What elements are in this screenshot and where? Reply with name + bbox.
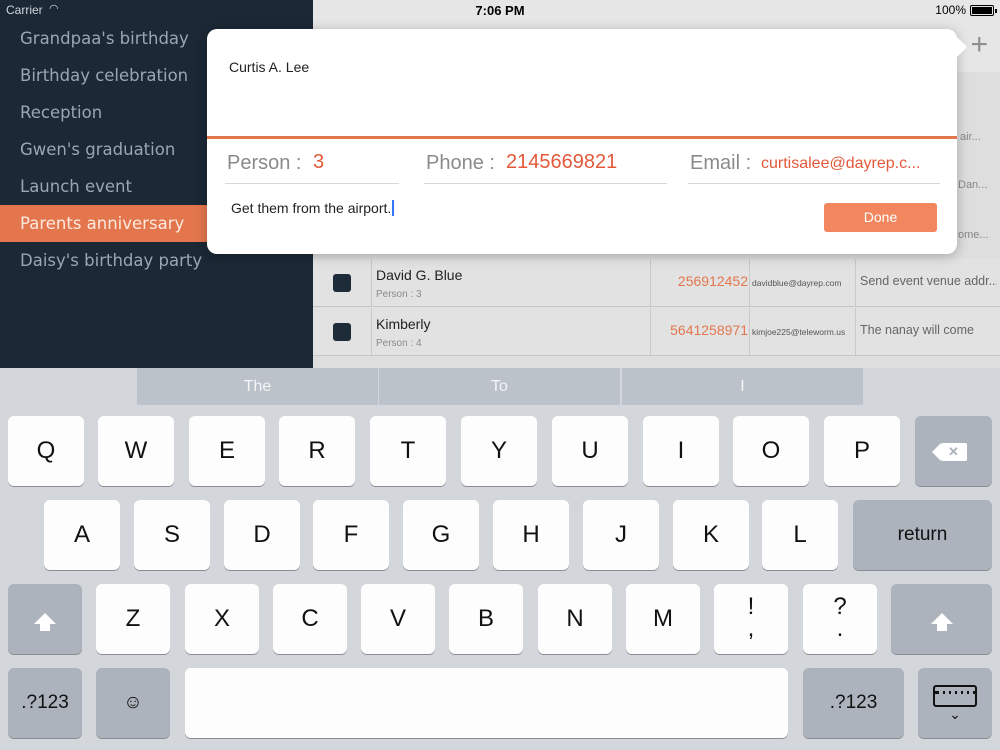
guest-phone: 5641258971 — [670, 322, 748, 338]
key-j[interactable]: J — [583, 500, 659, 570]
key-f[interactable]: F — [313, 500, 389, 570]
guest-email: kimjoe225@teleworm.us — [752, 327, 846, 337]
guest-name: Kimberly — [376, 316, 431, 332]
phone-label: Phone : — [426, 152, 495, 174]
person-field[interactable]: Person : 3 — [225, 144, 399, 184]
key-h[interactable]: H — [493, 500, 569, 570]
key-v[interactable]: V — [361, 584, 435, 654]
key-c[interactable]: C — [273, 584, 347, 654]
peek-note: ome... — [958, 229, 989, 241]
emoji-key[interactable]: ☺ — [96, 668, 170, 738]
peek-note: air... — [960, 131, 981, 143]
backspace-key[interactable]: ✕ — [915, 416, 992, 486]
guest-note: The nanay will come — [860, 323, 974, 337]
key-d[interactable]: D — [224, 500, 300, 570]
key-b[interactable]: B — [449, 584, 523, 654]
battery-icon — [970, 5, 997, 16]
key-t[interactable]: T — [370, 416, 446, 486]
key-comma: , — [747, 615, 755, 642]
suggestion[interactable]: I — [622, 368, 863, 405]
space-bar[interactable] — [185, 668, 788, 738]
numbers-key-left[interactable]: .?123 — [8, 668, 82, 738]
key-question-period[interactable]: ?. — [803, 584, 877, 654]
done-button[interactable]: Done — [824, 203, 937, 232]
guest-person-count: Person : 3 — [376, 289, 422, 300]
status-bar: Carrier ◠ 7:06 PM 100% — [0, 0, 1000, 20]
on-screen-keyboard: The To I Q W E R T Y U I O P ✕ A S D F G… — [0, 368, 1000, 750]
key-m[interactable]: M — [626, 584, 700, 654]
key-u[interactable]: U — [552, 416, 628, 486]
key-y[interactable]: Y — [461, 416, 537, 486]
divider — [207, 136, 957, 139]
key-a[interactable]: A — [44, 500, 120, 570]
table-row[interactable]: Kimberly Person : 4 5641258971 kimjoe225… — [313, 308, 1000, 356]
guest-note: Send event venue addr... — [860, 274, 997, 288]
suggestion[interactable]: To — [379, 368, 620, 405]
popover-arrow — [957, 37, 967, 57]
key-g[interactable]: G — [403, 500, 479, 570]
hide-keyboard-key[interactable]: ⌄ — [918, 668, 992, 738]
peek-note: Dan... — [958, 179, 988, 191]
guest-edit-popover: Curtis A. Lee Person : 3 Phone : 2145669… — [207, 29, 967, 254]
key-i[interactable]: I — [643, 416, 719, 486]
key-k[interactable]: K — [673, 500, 749, 570]
key-q[interactable]: Q — [8, 416, 84, 486]
numbers-key-right[interactable]: .?123 — [803, 668, 904, 738]
row-checkbox[interactable] — [333, 323, 351, 341]
key-w[interactable]: W — [98, 416, 174, 486]
shift-key-left[interactable] — [8, 584, 82, 654]
email-label: Email : — [690, 152, 752, 174]
chevron-down-icon: ⌄ — [949, 706, 961, 722]
note-input[interactable]: Get them from the airport. — [231, 200, 395, 216]
note-text: Get them from the airport. — [231, 200, 392, 216]
row-checkbox[interactable] — [333, 274, 351, 292]
plus-icon[interactable]: + — [970, 30, 988, 60]
backspace-icon: ✕ — [931, 442, 967, 461]
key-e[interactable]: E — [189, 416, 265, 486]
guest-name: David G. Blue — [376, 267, 463, 283]
email-value[interactable]: curtisalee@dayrep.c... — [761, 155, 938, 173]
key-period: . — [836, 615, 844, 642]
guest-person-count: Person : 4 — [376, 338, 422, 349]
person-label: Person : — [227, 152, 302, 174]
key-x[interactable]: X — [185, 584, 259, 654]
shift-key-right[interactable] — [891, 584, 992, 654]
key-o[interactable]: O — [733, 416, 809, 486]
guest-email: davidblue@dayrep.com — [752, 278, 842, 288]
shift-icon — [930, 613, 953, 631]
key-l[interactable]: L — [762, 500, 838, 570]
return-key[interactable]: return — [853, 500, 992, 570]
guest-name-field[interactable]: Curtis A. Lee — [229, 59, 309, 75]
phone-value[interactable]: 2145669821 — [506, 151, 617, 174]
key-exclamation-comma[interactable]: !, — [714, 584, 788, 654]
suggestion[interactable]: The — [137, 368, 378, 405]
battery-percent: 100% — [935, 3, 966, 17]
key-z[interactable]: Z — [96, 584, 170, 654]
guest-phone: 256912452 — [677, 273, 748, 289]
key-n[interactable]: N — [538, 584, 612, 654]
key-s[interactable]: S — [134, 500, 210, 570]
keyboard-hide-icon — [933, 684, 977, 707]
key-p[interactable]: P — [824, 416, 900, 486]
email-field[interactable]: Email : curtisalee@dayrep.c... — [688, 144, 940, 184]
person-value[interactable]: 3 — [313, 151, 324, 174]
phone-field[interactable]: Phone : 2145669821 — [424, 144, 667, 184]
table-row[interactable]: David G. Blue Person : 3 256912452 david… — [313, 259, 1000, 307]
key-r[interactable]: R — [279, 416, 355, 486]
clock: 7:06 PM — [475, 3, 525, 18]
text-cursor — [392, 200, 395, 216]
shift-icon — [34, 613, 56, 631]
